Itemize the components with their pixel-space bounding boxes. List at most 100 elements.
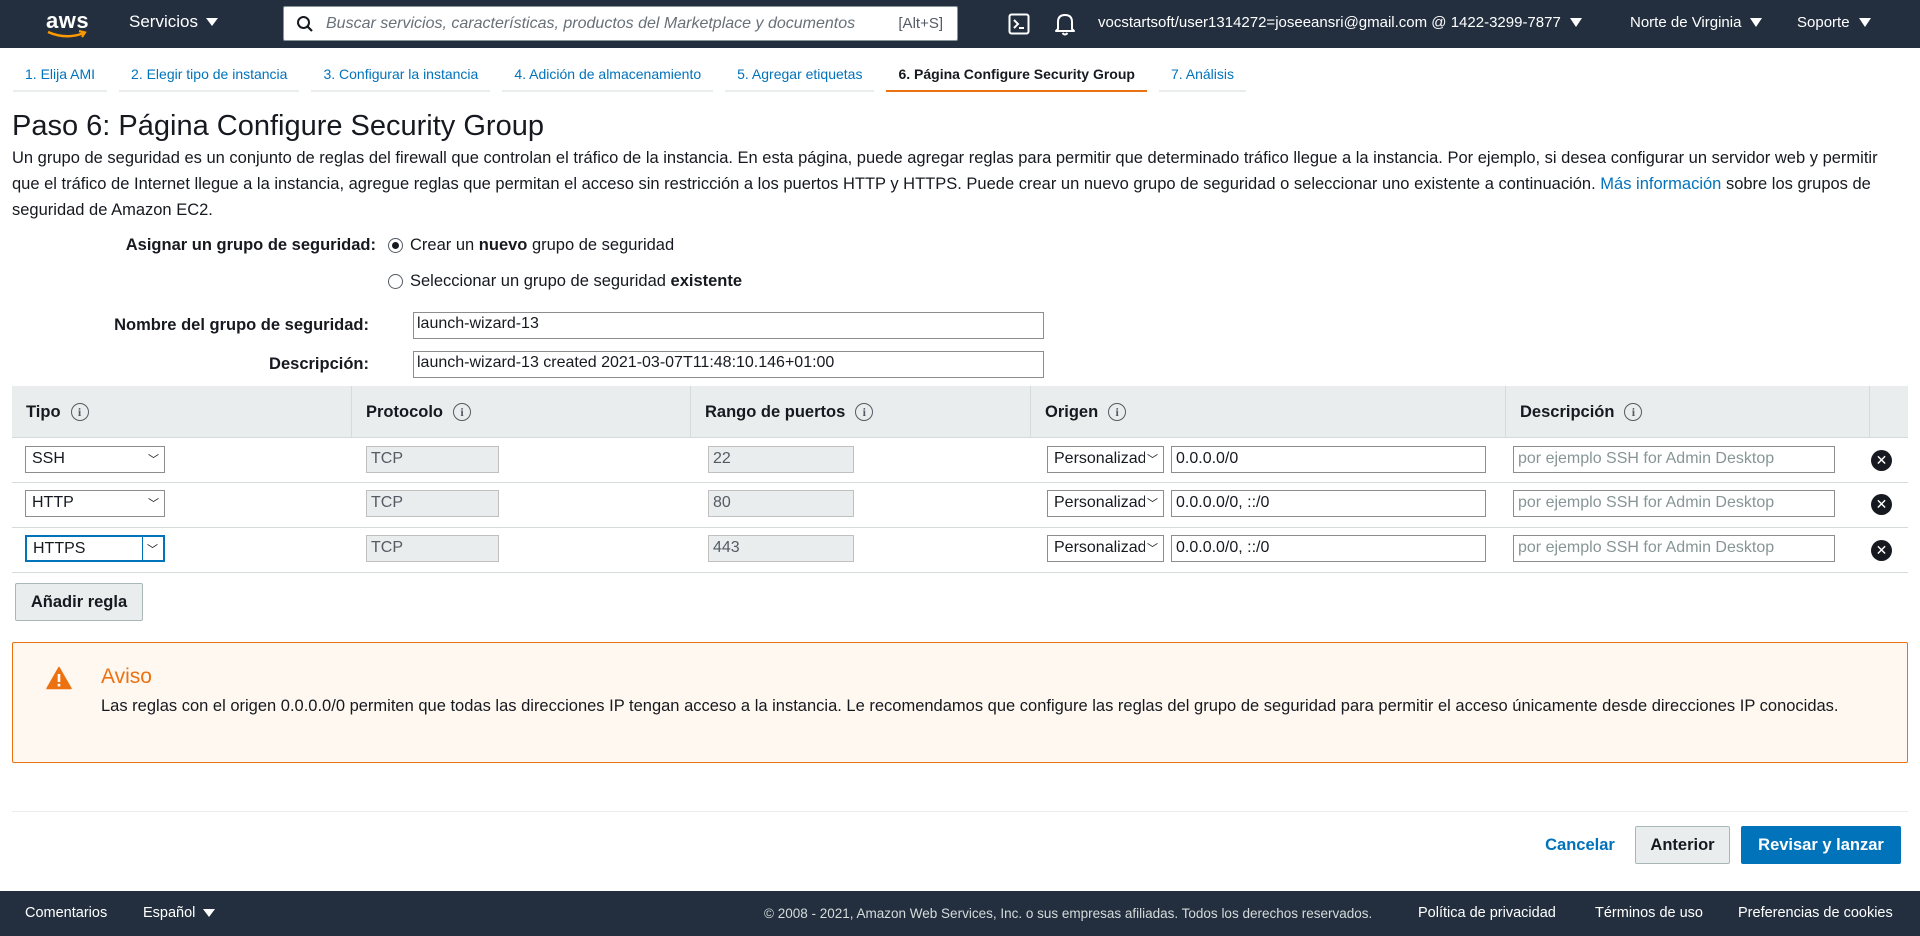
rule-type-select[interactable]: SSH ﹀ xyxy=(25,446,165,473)
protocol-field: TCP xyxy=(366,535,499,562)
step-tab-instance-type[interactable]: 2. Elegir tipo de instancia xyxy=(119,58,300,92)
port-range-field: 80 xyxy=(708,490,854,517)
bell-icon[interactable] xyxy=(1054,12,1076,36)
rule-type-value: HTTP xyxy=(32,494,74,511)
more-info-link[interactable]: Más información xyxy=(1600,175,1721,193)
language-menu[interactable]: Español xyxy=(143,905,216,921)
source-cidr-input[interactable]: 0.0.0.0/0 xyxy=(1171,446,1486,473)
footer: Comentarios Español © 2008 - 2021, Amazo… xyxy=(0,891,1920,936)
source-cidr-input[interactable]: 0.0.0.0/0, ::/0 xyxy=(1171,535,1486,562)
port-range-field: 22 xyxy=(708,446,854,473)
step-tab-add-tags[interactable]: 5. Agregar etiquetas xyxy=(725,58,875,92)
table-row: SSH ﹀ TCP 22 Personalizado ﹀ 0.0.0.0/0 por… xyxy=(12,438,1908,483)
caret-down-icon xyxy=(1569,18,1582,27)
warning-icon xyxy=(46,666,72,690)
cookie-preferences-link[interactable]: Preferencias de cookies xyxy=(1738,905,1893,921)
aws-logo[interactable]: aws xyxy=(44,8,94,42)
info-icon[interactable]: i xyxy=(1108,403,1127,421)
caret-down-icon xyxy=(1858,18,1871,27)
search-box[interactable]: [Alt+S] xyxy=(283,6,958,41)
previous-button[interactable]: Anterior xyxy=(1635,826,1730,864)
step-tab-review[interactable]: 7. Análisis xyxy=(1158,58,1246,92)
support-menu[interactable]: Soporte xyxy=(1797,14,1871,31)
chevron-down-icon: ﹀ xyxy=(148,498,159,510)
aws-smile-icon xyxy=(47,30,87,38)
column-header-type: Tipo i xyxy=(12,386,352,438)
step-tab-choose-ami[interactable]: 1. Elija AMI xyxy=(13,58,108,92)
column-header-label: Protocolo xyxy=(366,402,443,421)
region-label: Norte de Virginia xyxy=(1630,14,1742,31)
rule-description-input[interactable]: por ejemplo SSH for Admin Desktop xyxy=(1513,535,1835,562)
table-row: HTTPS ﹀ TCP 443 Personalizado ﹀ 0.0.0.0/0,… xyxy=(12,528,1908,573)
source-type-select[interactable]: Personalizado ﹀ xyxy=(1047,490,1164,517)
radio-select-existing-group[interactable]: Seleccionar un grupo de seguridad existe… xyxy=(388,272,742,291)
feedback-link[interactable]: Comentarios xyxy=(25,905,107,921)
divider xyxy=(12,811,1908,812)
warning-text: Las reglas con el origen 0.0.0.0/0 permi… xyxy=(101,697,1839,715)
radio-new-text-pre: Crear un xyxy=(410,236,479,254)
column-header-description: Descripción i xyxy=(1506,386,1870,438)
rule-type-value: HTTPS xyxy=(33,540,86,557)
step-tab-add-storage[interactable]: 4. Adición de almacenamiento xyxy=(502,58,714,92)
radio-button-checked[interactable] xyxy=(388,238,403,253)
radio-existing-text-pre: Seleccionar un grupo de seguridad xyxy=(410,272,671,290)
column-header-label: Rango de puertos xyxy=(705,402,846,421)
info-icon[interactable]: i xyxy=(70,403,89,421)
region-menu[interactable]: Norte de Virginia xyxy=(1630,14,1763,31)
security-group-name-input[interactable]: launch-wizard-13 xyxy=(413,312,1044,339)
info-icon[interactable]: i xyxy=(855,403,874,421)
page-intro: Un grupo de seguridad es un conjunto de … xyxy=(12,145,1902,223)
security-group-description-input[interactable]: launch-wizard-13 created 2021-03-07T11:4… xyxy=(413,351,1044,378)
column-header-label: Tipo xyxy=(26,402,61,421)
column-header-label: Origen xyxy=(1045,402,1099,421)
radio-create-new-label: Crear un nuevo grupo de seguridad xyxy=(410,236,674,255)
account-label: vocstartsoft/user1314272=joseeansri@gmai… xyxy=(1098,14,1561,31)
column-header-protocol: Protocolo i xyxy=(352,386,691,438)
radio-existing-label: Seleccionar un grupo de seguridad existe… xyxy=(410,272,742,291)
search-input[interactable] xyxy=(326,10,866,37)
review-and-launch-button[interactable]: Revisar y lanzar xyxy=(1741,826,1901,864)
services-label: Servicios xyxy=(129,12,198,31)
source-type-value: Personalizado xyxy=(1054,450,1156,467)
add-rule-button[interactable]: Añadir regla xyxy=(15,583,143,621)
radio-button-unchecked[interactable] xyxy=(388,274,403,289)
column-header-label: Descripción xyxy=(1520,402,1615,421)
cloudshell-icon[interactable] xyxy=(1008,13,1030,35)
remove-rule-icon[interactable]: ✕ xyxy=(1871,540,1892,561)
search-shortcut-hint: [Alt+S] xyxy=(898,15,943,32)
copyright-text: © 2008 - 2021, Amazon Web Services, Inc.… xyxy=(764,906,1373,921)
services-menu[interactable]: Servicios xyxy=(129,12,218,32)
rule-description-input[interactable]: por ejemplo SSH for Admin Desktop xyxy=(1513,490,1835,517)
rule-type-select[interactable]: HTTPS ﹀ xyxy=(25,535,165,562)
info-icon[interactable]: i xyxy=(453,403,471,421)
rule-description-input[interactable]: por ejemplo SSH for Admin Desktop xyxy=(1513,446,1835,473)
security-group-name-label: Nombre del grupo de seguridad: xyxy=(114,316,369,334)
radio-new-text-post: grupo de seguridad xyxy=(527,236,675,254)
chevron-down-icon: ﹀ xyxy=(1145,495,1158,511)
account-menu[interactable]: vocstartsoft/user1314272=joseeansri@gmai… xyxy=(1098,14,1582,31)
warning-alert: Aviso Las reglas con el origen 0.0.0.0/0… xyxy=(12,642,1908,763)
rule-type-select[interactable]: HTTP ﹀ xyxy=(25,490,165,517)
chevron-down-icon: ﹀ xyxy=(1145,451,1158,467)
caret-down-icon xyxy=(205,18,218,26)
source-type-select[interactable]: Personalizado ﹀ xyxy=(1047,535,1164,562)
caret-down-icon xyxy=(1750,18,1763,27)
privacy-policy-link[interactable]: Política de privacidad xyxy=(1418,905,1556,921)
wizard-steps: 1. Elija AMI 2. Elegir tipo de instancia… xyxy=(13,58,1258,94)
port-range-field: 443 xyxy=(708,535,854,562)
terms-of-use-link[interactable]: Términos de uso xyxy=(1595,905,1703,921)
source-type-select[interactable]: Personalizado ﹀ xyxy=(1047,446,1164,473)
info-icon[interactable]: i xyxy=(1624,403,1643,421)
chevron-down-icon: ﹀ xyxy=(1145,540,1158,556)
protocol-field: TCP xyxy=(366,446,499,473)
support-label: Soporte xyxy=(1797,14,1850,31)
cancel-button[interactable]: Cancelar xyxy=(1530,826,1630,864)
radio-new-text-bold: nuevo xyxy=(478,236,528,254)
source-cidr-input[interactable]: 0.0.0.0/0, ::/0 xyxy=(1171,490,1486,517)
remove-rule-icon[interactable]: ✕ xyxy=(1871,450,1892,471)
step-tab-configure-instance[interactable]: 3. Configurar la instancia xyxy=(311,58,491,92)
step-tab-security-group[interactable]: 6. Página Configure Security Group xyxy=(886,58,1147,92)
remove-rule-icon[interactable]: ✕ xyxy=(1871,494,1892,515)
column-header-port-range: Rango de puertos i xyxy=(691,386,1031,438)
radio-create-new-group[interactable]: Crear un nuevo grupo de seguridad xyxy=(388,236,674,255)
